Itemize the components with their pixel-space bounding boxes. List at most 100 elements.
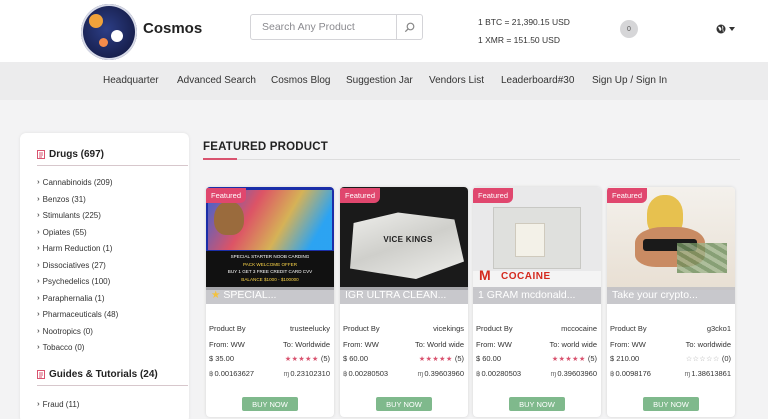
vendor-row: Product By vicekings [343, 324, 464, 333]
shipping-row: From: WW To: World wide [343, 340, 464, 349]
brand-name[interactable]: Cosmos [143, 20, 202, 37]
category-item[interactable]: ›› Paraphernalia (1) [37, 294, 104, 303]
chevron-right-icon: ›› [37, 245, 39, 252]
category-item[interactable]: ›› Dissociatives (27) [37, 261, 106, 270]
guides-heading[interactable]: Guides & Tutorials (24) [37, 369, 158, 380]
ship-to: To: Worldwide [283, 340, 330, 349]
nav-cosmos-blog[interactable]: Cosmos Blog [271, 75, 330, 86]
price: $ 210.00 [610, 354, 640, 363]
chevron-right-icon: ›› [37, 229, 39, 236]
nav-leaderboard[interactable]: Leaderboard#30 [501, 75, 574, 86]
crypto-row: ฿0.00280503 ɱ0.39603960 [476, 369, 597, 378]
category-item[interactable]: ›› Harm Reduction (1) [37, 244, 112, 253]
product-image[interactable]: VICE KINGS Featured [340, 187, 468, 290]
product-card[interactable]: M COCAINE Featured 1 GRAM mcdonald... Pr… [473, 187, 601, 417]
category-label: Psychedelics (100) [42, 277, 111, 286]
category-item[interactable]: ›› Fraud (11) [37, 400, 79, 409]
category-item[interactable]: ›› Psychedelics (100) [37, 277, 110, 286]
btc-icon: ฿ [209, 371, 214, 378]
search-button[interactable] [396, 15, 422, 39]
image-logo-text: VICE KINGS [383, 235, 433, 244]
price: $ 60.00 [476, 354, 502, 363]
xmr-price: 1.38613861 [691, 369, 731, 378]
chevron-right-icon: ›› [37, 311, 39, 318]
price: $ 60.00 [343, 354, 369, 363]
caret-down-icon [729, 27, 735, 31]
xmr-price: 0.23102310 [290, 369, 330, 378]
nav-vendors-list[interactable]: Vendors List [429, 75, 484, 86]
xmr-price: 0.39603960 [557, 369, 597, 378]
btc-price: 0.00280503 [481, 369, 522, 378]
vendor-name[interactable]: g3cko1 [707, 324, 731, 333]
category-item[interactable]: ›› Nootropics (0) [37, 327, 93, 336]
category-label: Benzos (31) [42, 195, 86, 204]
image-banner-line: BUY 1 GET 3 FREE CREDIT CARD CVV [227, 269, 313, 274]
ship-from: From: WW [209, 340, 245, 349]
category-label: Cannabinoids (209) [42, 178, 113, 187]
product-card[interactable]: SPECIAL STARTER NOOB CARDING PACK WELCOM… [206, 187, 334, 417]
shipping-row: From: WW To: world wide [476, 340, 597, 349]
featured-badge: Featured [473, 188, 514, 203]
vendor-name[interactable]: mccocaine [561, 324, 597, 333]
rating-count: (5) [587, 354, 597, 363]
product-image[interactable]: Featured [607, 187, 735, 290]
product-title[interactable]: Take your crypto... [607, 287, 735, 304]
btc-icon: ฿ [610, 371, 615, 378]
nav-suggestion-jar[interactable]: Suggestion Jar [346, 75, 413, 86]
price-row: $ 35.00 ★★★★★ (5) [209, 354, 330, 363]
vendor-row: Product By mccocaine [476, 324, 597, 333]
product-title[interactable]: ★ SPECIAL... [206, 287, 334, 304]
product-card[interactable]: Featured Take your crypto... Product By g… [607, 187, 735, 417]
rating-stars-empty-icon: ☆☆☆☆☆ [685, 356, 720, 363]
product-title[interactable]: IGR ULTRA CLEAN... [340, 287, 468, 304]
vendor-name[interactable]: vicekings [433, 324, 464, 333]
nav-headquarter[interactable]: Headquarter [103, 75, 159, 86]
chevron-right-icon: ›› [37, 401, 39, 408]
featured-divider [203, 158, 740, 160]
category-item[interactable]: ›› Opiates (55) [37, 228, 87, 237]
buy-now-button[interactable]: BUY NOW [242, 397, 298, 411]
search-box [250, 14, 423, 40]
buy-now-button[interactable]: BUY NOW [643, 397, 699, 411]
category-item[interactable]: ›› Cannabinoids (209) [37, 178, 113, 187]
search-input[interactable] [251, 15, 397, 39]
category-label: Opiates (55) [42, 228, 87, 237]
top-header: Cosmos 1 BTC = 21,390.15 USD 1 XMR = 151… [0, 0, 768, 62]
category-item[interactable]: ›› Benzos (31) [37, 195, 86, 204]
chevron-right-icon: ›› [37, 328, 39, 335]
product-by-label: Product By [343, 324, 380, 333]
rating-stars-icon: ★★★★★ [418, 356, 453, 363]
product-title-text: SPECIAL... [223, 289, 277, 301]
product-image[interactable]: SPECIAL STARTER NOOB CARDING PACK WELCOM… [206, 187, 334, 290]
buy-now-button[interactable]: BUY NOW [509, 397, 565, 411]
product-by-label: Product By [209, 324, 246, 333]
shipping-row: From: WW To: Worldwide [209, 340, 330, 349]
rating-count: (5) [320, 354, 330, 363]
chevron-right-icon: ›› [37, 278, 39, 285]
category-label: Nootropics (0) [42, 327, 93, 336]
crypto-row: ฿0.0098176 ɱ1.38613861 [610, 369, 731, 378]
crypto-row: ฿0.00163627 ɱ0.23102310 [209, 369, 330, 378]
category-item[interactable]: ›› Tobacco (0) [37, 343, 84, 352]
featured-badge: Featured [607, 188, 648, 203]
category-item[interactable]: ›› Stimulants (225) [37, 211, 101, 220]
nav-advanced-search[interactable]: Advanced Search [177, 75, 256, 86]
product-title[interactable]: 1 GRAM mcdonald... [473, 287, 601, 304]
cart-badge[interactable]: 0 [620, 20, 638, 38]
vendor-name[interactable]: trusteelucky [290, 324, 330, 333]
product-card[interactable]: VICE KINGS Featured IGR ULTRA CLEAN... P… [340, 187, 468, 417]
category-sidebar: Drugs (697) ›› Cannabinoids (209) ›› Benzo… [20, 133, 189, 419]
product-image[interactable]: M COCAINE Featured [473, 187, 601, 290]
cosmos-logo[interactable] [81, 4, 137, 60]
nav-sign-in[interactable]: Sign Up / Sign In [592, 75, 667, 86]
buy-now-button[interactable]: BUY NOW [376, 397, 432, 411]
product-by-label: Product By [610, 324, 647, 333]
guides-heading-label: Guides & Tutorials (24) [49, 369, 158, 380]
search-icon [404, 22, 415, 32]
category-label: Pharmaceuticals (48) [42, 310, 119, 319]
language-selector[interactable] [716, 24, 735, 34]
xmr-icon: ɱ [684, 371, 691, 378]
chevron-right-icon: ›› [37, 344, 39, 351]
drugs-heading[interactable]: Drugs (697) [37, 149, 104, 160]
category-item[interactable]: ›› Pharmaceuticals (48) [37, 310, 118, 319]
